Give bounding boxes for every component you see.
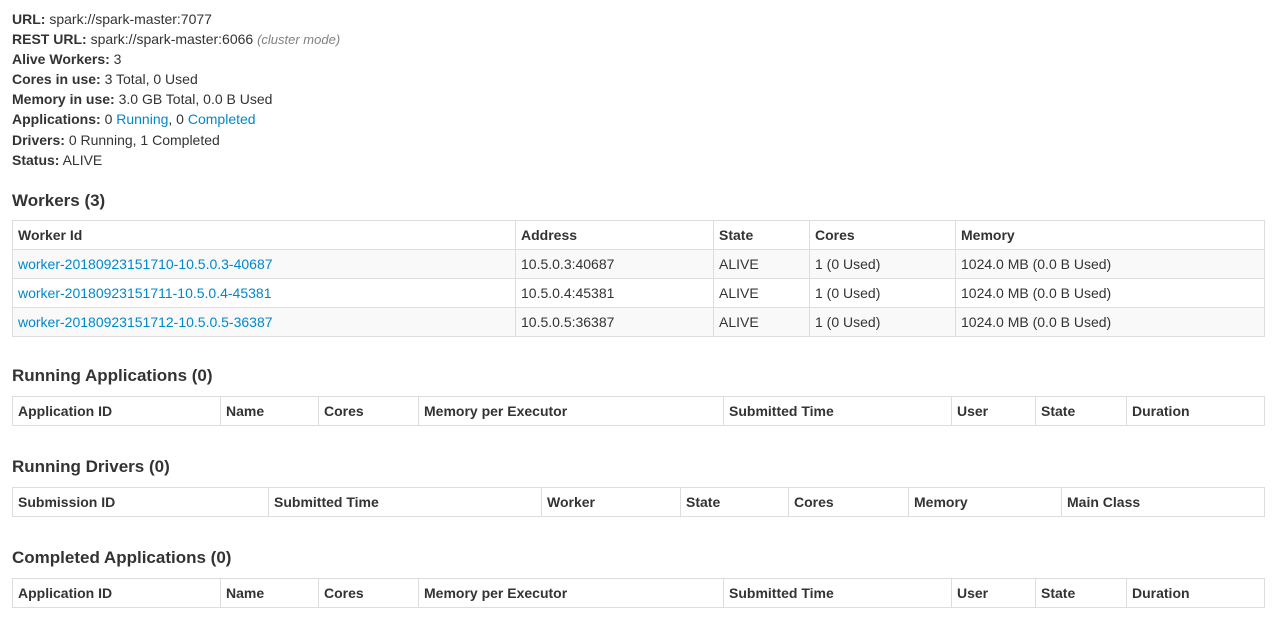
running-applications-table: Application ID Name Cores Memory per Exe… (12, 395, 1265, 426)
summary-cores: Cores in use: 3 Total, 0 Used (12, 69, 1264, 89)
summary-url: URL: spark://spark-master:7077 (12, 9, 1264, 29)
column-header[interactable]: State (680, 487, 789, 517)
summary-drivers-label: Drivers: (12, 131, 65, 148)
column-header[interactable]: Duration (1126, 578, 1265, 608)
worker-link[interactable]: worker-20180923151711-10.5.0.4-45381 (18, 285, 272, 301)
worker-link[interactable]: worker-20180923151710-10.5.0.3-40687 (18, 256, 273, 272)
summary-alive-workers: Alive Workers: 3 (12, 49, 1264, 69)
worker-id-cell: worker-20180923151710-10.5.0.3-40687 (12, 248, 516, 279)
column-header[interactable]: Worker (541, 487, 681, 517)
column-header[interactable]: Submitted Time (723, 396, 952, 426)
column-header[interactable]: Memory (955, 220, 1265, 250)
summary-drivers-value: 0 Running, 1 Completed (68, 131, 220, 148)
master-page: URL: spark://spark-master:7077 REST URL:… (0, 0, 1283, 608)
summary-rest-url-note: (cluster mode) (257, 32, 341, 48)
worker-state: ALIVE (713, 306, 810, 337)
column-header[interactable]: Submitted Time (268, 487, 542, 517)
worker-state: ALIVE (713, 277, 810, 308)
column-header[interactable]: Cores (318, 396, 419, 426)
column-header[interactable]: Memory per Executor (418, 578, 724, 608)
summary-drivers: Drivers: 0 Running, 1 Completed (12, 130, 1264, 150)
column-header[interactable]: Memory per Executor (418, 396, 724, 426)
running-drivers-table: Submission ID Submitted Time Worker Stat… (12, 486, 1265, 517)
running-applications-header-row: Application ID Name Cores Memory per Exe… (12, 396, 1265, 426)
column-header[interactable]: Memory (908, 487, 1062, 517)
column-header[interactable]: User (951, 578, 1036, 608)
worker-memory: 1024.0 MB (0.0 B Used) (955, 306, 1265, 337)
worker-cores: 1 (0 Used) (809, 277, 956, 308)
summary-memory: Memory in use: 3.0 GB Total, 0.0 B Used (12, 89, 1264, 109)
summary-cores-value: 3 Total, 0 Used (104, 71, 198, 88)
summary-applications-label: Applications: (12, 111, 101, 128)
worker-state: ALIVE (713, 248, 810, 279)
table-row: worker-20180923151710-10.5.0.3-40687 10.… (12, 248, 1265, 279)
column-header[interactable]: Cores (788, 487, 909, 517)
worker-address: 10.5.0.4:45381 (515, 277, 714, 308)
worker-id-cell: worker-20180923151711-10.5.0.4-45381 (12, 277, 516, 308)
column-header[interactable]: Application ID (12, 396, 221, 426)
column-header[interactable]: State (1035, 396, 1127, 426)
summary-url-value: spark://spark-master:7077 (49, 11, 212, 27)
worker-address: 10.5.0.5:36387 (515, 306, 714, 337)
worker-id-cell: worker-20180923151712-10.5.0.5-36387 (12, 306, 516, 337)
summary-rest-url-value: spark://spark-master:6066 (90, 31, 254, 48)
summary-applications: Applications: 0 Running, 0 Completed (12, 109, 1264, 129)
summary-memory-label: Memory in use: (12, 91, 115, 108)
table-row: worker-20180923151712-10.5.0.5-36387 10.… (12, 306, 1265, 337)
summary-applications-separator: , 0 (168, 111, 184, 128)
summary-rest-url-label: REST URL: (12, 31, 87, 48)
summary-rest-url: REST URL: spark://spark-master:6066 (clu… (12, 29, 1264, 49)
column-header[interactable]: Worker Id (12, 220, 516, 250)
running-applications-heading[interactable]: Running Applications (0) (12, 366, 1264, 386)
worker-link[interactable]: worker-20180923151712-10.5.0.5-36387 (18, 314, 273, 330)
column-header[interactable]: Address (515, 220, 714, 250)
summary-alive-workers-value: 3 (113, 51, 122, 68)
workers-table: Worker Id Address State Cores Memory wor… (12, 219, 1265, 337)
worker-memory: 1024.0 MB (0.0 B Used) (955, 277, 1265, 308)
column-header[interactable]: State (1035, 578, 1127, 608)
column-header[interactable]: Duration (1126, 396, 1265, 426)
column-header[interactable]: Cores (318, 578, 419, 608)
completed-applications-link[interactable]: Completed (188, 111, 256, 127)
cluster-summary: URL: spark://spark-master:7077 REST URL:… (12, 0, 1264, 170)
worker-memory: 1024.0 MB (0.0 B Used) (955, 248, 1265, 279)
column-header[interactable]: State (713, 220, 810, 250)
workers-heading[interactable]: Workers (3) (12, 191, 1264, 211)
summary-alive-workers-label: Alive Workers: (12, 51, 110, 68)
column-header[interactable]: Cores (809, 220, 956, 250)
running-drivers-heading[interactable]: Running Drivers (0) (12, 457, 1264, 477)
running-drivers-header-row: Submission ID Submitted Time Worker Stat… (12, 487, 1265, 517)
completed-applications-heading[interactable]: Completed Applications (0) (12, 548, 1264, 568)
summary-applications-running-count: 0 (104, 111, 113, 128)
column-header[interactable]: User (951, 396, 1036, 426)
workers-header-row: Worker Id Address State Cores Memory (12, 220, 1265, 250)
running-applications-link[interactable]: Running (116, 111, 168, 127)
summary-memory-value: 3.0 GB Total, 0.0 B Used (118, 91, 273, 108)
column-header[interactable]: Main Class (1061, 487, 1265, 517)
summary-status-value: ALIVE (62, 151, 103, 168)
summary-cores-label: Cores in use: (12, 71, 101, 88)
worker-cores: 1 (0 Used) (809, 306, 956, 337)
completed-applications-header-row: Application ID Name Cores Memory per Exe… (12, 578, 1265, 608)
column-header[interactable]: Submitted Time (723, 578, 952, 608)
completed-applications-table: Application ID Name Cores Memory per Exe… (12, 577, 1265, 608)
worker-address: 10.5.0.3:40687 (515, 248, 714, 279)
summary-status-label: Status: (12, 151, 60, 168)
summary-status: Status: ALIVE (12, 150, 1264, 170)
column-header[interactable]: Name (220, 578, 319, 608)
summary-url-label: URL: (12, 11, 46, 27)
table-row: worker-20180923151711-10.5.0.4-45381 10.… (12, 277, 1265, 308)
column-header[interactable]: Application ID (12, 578, 221, 608)
column-header[interactable]: Submission ID (12, 487, 269, 517)
worker-cores: 1 (0 Used) (809, 248, 956, 279)
column-header[interactable]: Name (220, 396, 319, 426)
